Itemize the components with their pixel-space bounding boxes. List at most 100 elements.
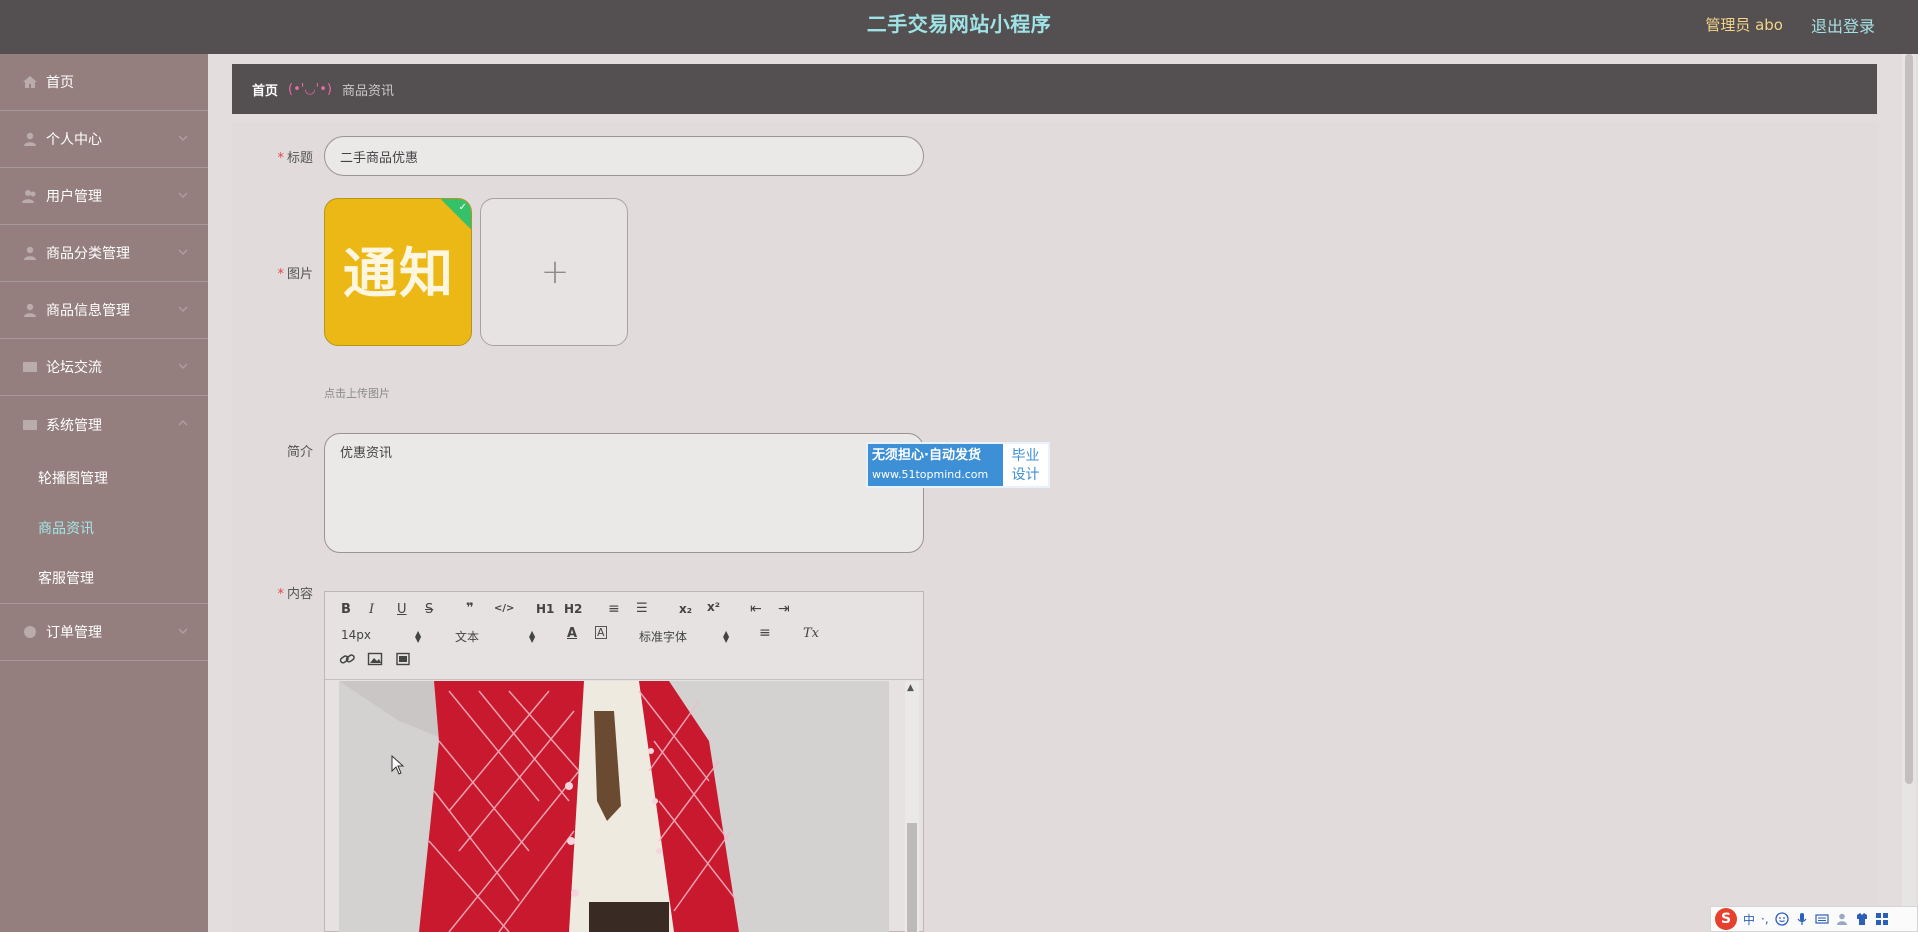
image-button[interactable] — [367, 652, 383, 670]
sidebar-item-forum[interactable]: 论坛交流 — [0, 339, 208, 396]
page-scrollbar[interactable] — [1902, 54, 1916, 932]
submenu-item-product-news[interactable]: 商品资讯 — [0, 503, 208, 553]
forum-icon — [22, 360, 38, 374]
watermark-line1: 无须担心·自动发货 — [872, 448, 981, 463]
sidebar-item-personal-center[interactable]: 个人中心 — [0, 111, 208, 168]
sidebar-item-label: 论坛交流 — [46, 360, 102, 376]
thumbnail-text: 通知 — [343, 241, 455, 305]
home-icon — [22, 75, 38, 89]
submenu-item-customer-service[interactable]: 客服管理 — [0, 553, 208, 603]
title-label: * 标题 — [277, 151, 313, 166]
check-icon: ✓ — [458, 202, 467, 213]
user-icon — [22, 303, 38, 317]
sidebar-item-system-management[interactable]: 系统管理 — [0, 396, 208, 453]
user-icon[interactable] — [1835, 912, 1849, 926]
watermark-banner: 无须担心·自动发货 www.51topmind.com 毕业 设计 — [866, 442, 1050, 488]
logout-link[interactable]: 退出登录 — [1811, 13, 1875, 37]
editor-scrollbar[interactable]: ▲ — [905, 681, 919, 932]
user-icon — [22, 246, 38, 260]
chevron-down-icon — [178, 304, 188, 314]
users-icon — [22, 189, 38, 203]
link-button[interactable] — [339, 652, 355, 670]
quote-button[interactable]: ❞ — [466, 601, 474, 616]
h2-button[interactable]: H2 — [564, 602, 582, 616]
sidebar-item-category-management[interactable]: 商品分类管理 — [0, 225, 208, 282]
breadcrumb: 首页 (•'◡'•) 商品资讯 — [232, 64, 1877, 114]
watermark-line2: www.51topmind.com — [872, 468, 989, 481]
watermark-right1: 毕业 — [1011, 448, 1040, 464]
sidebar-item-product-management[interactable]: 商品信息管理 — [0, 282, 208, 339]
breadcrumb-home[interactable]: 首页 — [252, 80, 278, 99]
align-button[interactable]: ≡ — [759, 625, 771, 641]
indent-button[interactable]: ⇥ — [778, 601, 790, 617]
microphone-icon[interactable] — [1795, 912, 1809, 926]
sidebar-item-home[interactable]: 首页 — [0, 54, 208, 111]
content-label: * 内容 — [277, 587, 313, 602]
system-icon — [22, 418, 38, 432]
chevron-down-icon — [178, 626, 188, 636]
sidebar-item-order-management[interactable]: 订单管理 — [0, 604, 208, 661]
cardigan-photo — [339, 681, 889, 932]
uploaded-image-thumbnail[interactable]: 通知 ✓ — [324, 198, 472, 346]
underline-button[interactable]: U — [397, 602, 407, 617]
chevron-down-icon — [178, 247, 188, 257]
intro-label: 简介 — [286, 445, 313, 460]
breadcrumb-separator: (•'◡'•) — [288, 81, 332, 97]
sidebar-item-label: 商品信息管理 — [46, 303, 130, 319]
sidebar-item-user-management[interactable]: 用户管理 — [0, 168, 208, 225]
emoji-icon[interactable] — [1775, 912, 1789, 926]
chevron-down-icon — [178, 361, 188, 371]
submenu-item-carousel[interactable]: 轮播图管理 — [0, 453, 208, 503]
editor-scroll-thumb[interactable] — [907, 823, 917, 932]
skin-icon[interactable] — [1855, 912, 1869, 926]
ime-punct[interactable]: ·, — [1761, 912, 1769, 926]
rich-text-editor: B I U S ❞ </> H1 H2 ≡ ☰ x₂ x² ⇤ ⇥ 14px ▲ ▼… — [324, 591, 924, 932]
ime-mode[interactable]: 中 — [1743, 911, 1755, 928]
bullet-list-button[interactable]: ☰ — [636, 601, 648, 616]
order-icon — [22, 625, 38, 639]
grid-menu-icon[interactable] — [1875, 912, 1889, 926]
strike-button[interactable]: S — [425, 602, 433, 617]
background-color-button[interactable]: A — [595, 626, 607, 639]
sidebar-item-label: 用户管理 — [46, 189, 102, 205]
sidebar-item-label: 系统管理 — [46, 417, 102, 434]
video-icon — [395, 652, 411, 670]
ordered-list-button[interactable]: ≡ — [608, 601, 620, 617]
italic-button[interactable]: I — [369, 602, 374, 617]
top-bar: 二手交易网站小程序 管理员 abo 退出登录 — [0, 0, 1918, 54]
image-icon — [367, 652, 383, 670]
title-input[interactable] — [324, 136, 924, 176]
sidebar-item-label: 首页 — [46, 75, 74, 91]
chevron-down-icon — [178, 133, 188, 143]
link-icon — [339, 654, 355, 670]
clear-format-button[interactable]: Tx — [803, 626, 819, 641]
text-type-select[interactable]: 文本 ▲ ▼ — [455, 628, 541, 645]
outdent-button[interactable]: ⇤ — [750, 601, 762, 617]
font-color-button[interactable]: A — [567, 626, 577, 641]
code-button[interactable]: </> — [494, 603, 514, 614]
page-scroll-thumb[interactable] — [1905, 54, 1913, 784]
chevron-down-icon — [178, 190, 188, 200]
subscript-button[interactable]: x₂ — [679, 602, 692, 616]
sidebar-item-label: 个人中心 — [46, 132, 102, 148]
sidebar-item-label: 订单管理 — [46, 625, 102, 641]
bold-button[interactable]: B — [341, 602, 351, 617]
upload-hint: 点击上传图片 — [324, 387, 390, 400]
chevron-up-icon[interactable]: ▲ — [907, 683, 914, 693]
system-submenu: 轮播图管理 商品资讯 客服管理 — [0, 453, 208, 604]
font-size-select[interactable]: 14px ▲ ▼ — [341, 628, 427, 644]
ime-logo-icon[interactable]: S — [1715, 908, 1737, 930]
keyboard-icon[interactable] — [1815, 912, 1829, 926]
user-icon — [22, 132, 38, 146]
image-upload-button[interactable]: + — [480, 198, 628, 346]
superscript-button[interactable]: x² — [707, 600, 720, 614]
sidebar-item-label: 商品分类管理 — [46, 246, 130, 262]
mouse-cursor-icon — [391, 755, 405, 775]
image-label: * 图片 — [277, 267, 313, 282]
plus-icon: + — [540, 252, 570, 292]
video-button[interactable] — [395, 652, 411, 670]
font-family-select[interactable]: 标准字体 ▲ ▼ — [639, 628, 735, 645]
intro-textarea[interactable]: 优惠资讯 — [324, 433, 924, 553]
h1-button[interactable]: H1 — [536, 602, 554, 616]
editor-content-image[interactable] — [339, 681, 889, 932]
